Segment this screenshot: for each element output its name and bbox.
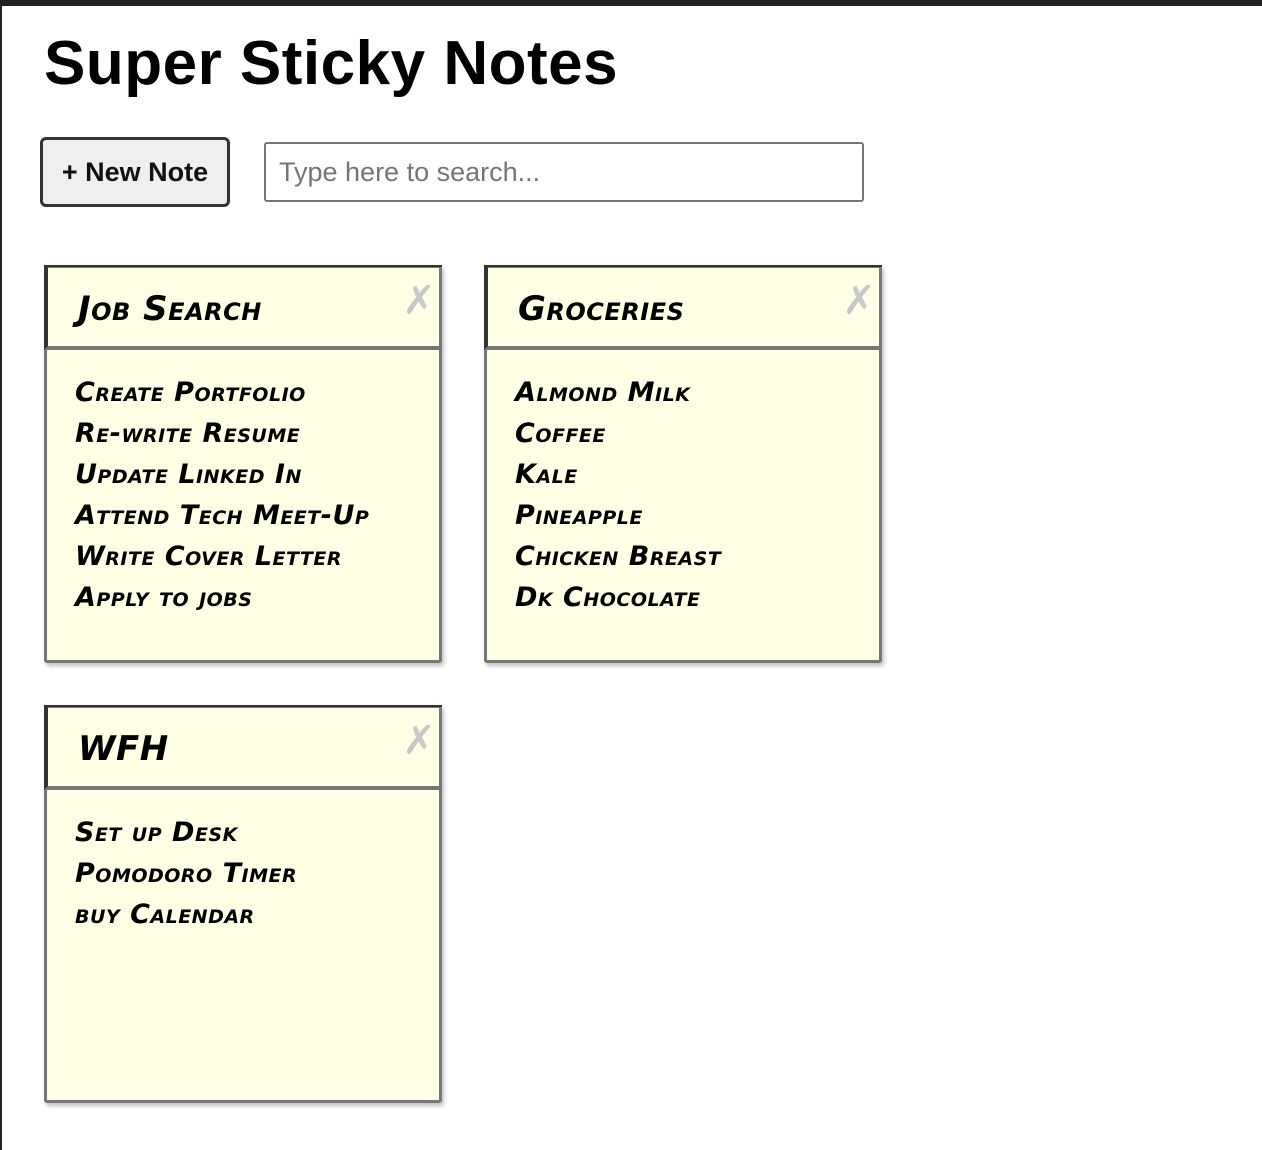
note-title[interactable]: Job Search bbox=[78, 289, 262, 329]
note-line: Coffee bbox=[515, 418, 606, 449]
note-line: Set up Desk bbox=[75, 817, 238, 848]
note-line: Chicken Breast bbox=[515, 541, 722, 572]
note-body[interactable]: Set up Desk Pomodoro Timer buy Calendar bbox=[47, 790, 439, 935]
note-groceries[interactable]: Groceries ✗ Almond Milk Coffee Kale Pine… bbox=[484, 265, 882, 663]
note-job-search[interactable]: Job Search ✗ Create Portfolio Re-write R… bbox=[44, 265, 442, 663]
note-line: Kale bbox=[515, 459, 578, 490]
note-header: WFH ✗ bbox=[44, 705, 442, 790]
close-icon[interactable]: ✗ bbox=[402, 721, 436, 761]
note-line: Pineapple bbox=[515, 500, 643, 531]
new-note-button[interactable]: + New Note bbox=[40, 137, 230, 207]
top-border bbox=[2, 0, 1262, 6]
note-wfh[interactable]: WFH ✗ Set up Desk Pomodoro Timer buy Cal… bbox=[44, 705, 442, 1103]
note-line: Apply to jobs bbox=[75, 582, 253, 613]
note-header: Job Search ✗ bbox=[44, 265, 442, 350]
note-header: Groceries ✗ bbox=[484, 265, 882, 350]
note-body[interactable]: Almond Milk Coffee Kale Pineapple Chicke… bbox=[487, 350, 879, 618]
note-line: Attend Tech Meet-Up bbox=[75, 500, 370, 531]
note-line: Pomodoro Timer bbox=[75, 858, 298, 889]
note-line: Write Cover Letter bbox=[75, 541, 342, 572]
note-line: buy Calendar bbox=[75, 899, 255, 930]
note-body[interactable]: Create Portfolio Re-write Resume Update … bbox=[47, 350, 439, 618]
note-line: Update Linked In bbox=[75, 459, 302, 490]
note-line: Almond Milk bbox=[515, 377, 691, 408]
note-line: Re-write Resume bbox=[75, 418, 301, 449]
note-line: Create Portfolio bbox=[75, 377, 306, 408]
close-icon[interactable]: ✗ bbox=[842, 281, 876, 321]
note-line: Dk Chocolate bbox=[515, 582, 701, 613]
search-input[interactable] bbox=[264, 142, 864, 202]
close-icon[interactable]: ✗ bbox=[402, 281, 436, 321]
note-title[interactable]: WFH bbox=[78, 729, 169, 769]
note-title[interactable]: Groceries bbox=[518, 289, 684, 329]
page-title: Super Sticky Notes bbox=[44, 29, 619, 98]
